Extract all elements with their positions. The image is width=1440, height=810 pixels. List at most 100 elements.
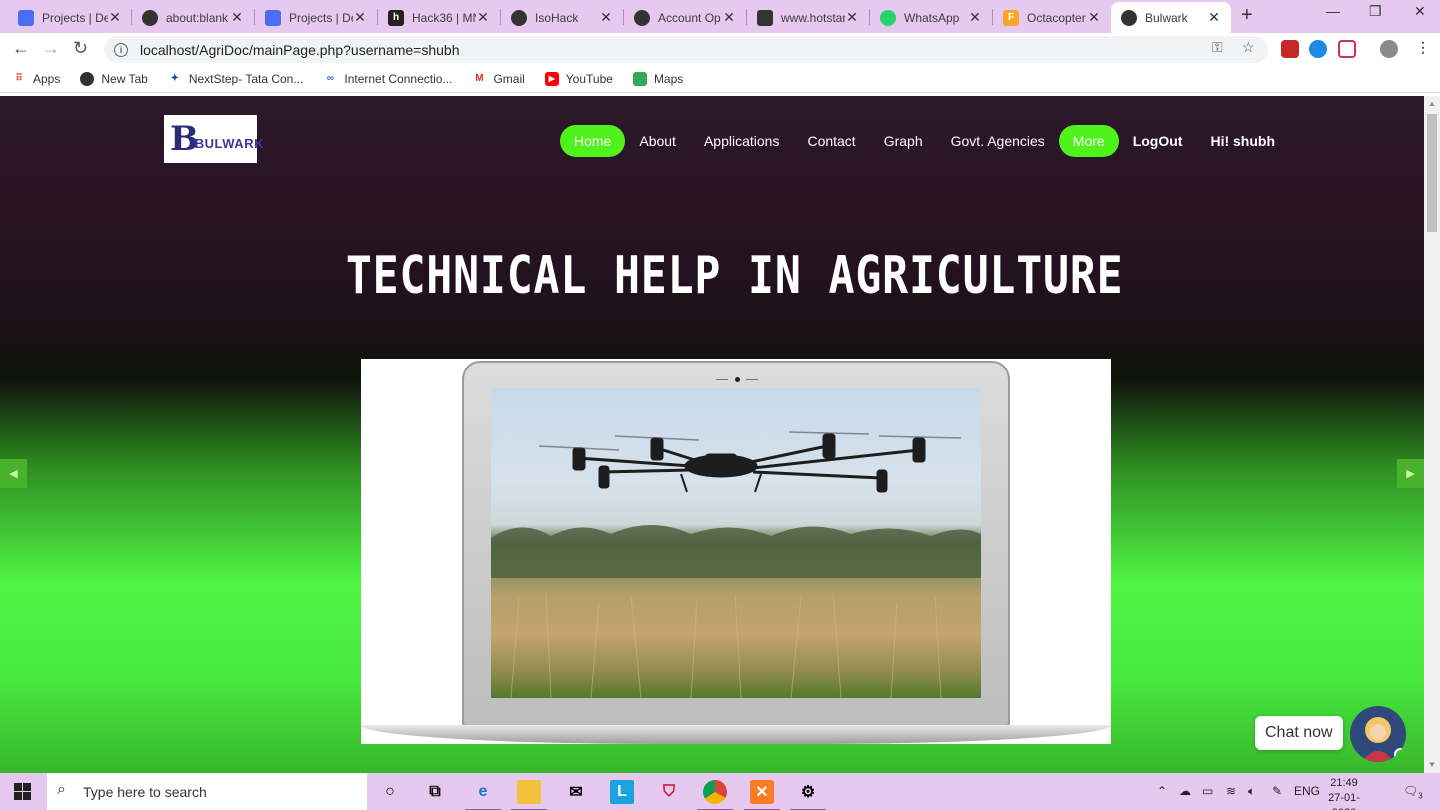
mail-icon[interactable]: ✉ [564, 780, 588, 804]
bookmark-apps[interactable]: ⠿ Apps [12, 72, 60, 86]
browser-tab[interactable]: IsoHack ✕ [501, 2, 623, 33]
file-explorer-icon[interactable] [511, 780, 547, 810]
bookmark-internet[interactable]: ∞ Internet Connectio... [323, 71, 453, 86]
clock-time: 21:49 [1330, 777, 1358, 789]
edge-icon[interactable]: e [465, 780, 501, 810]
settings-gear-icon[interactable]: ⚙ [790, 780, 826, 810]
logo-text: BULWARK [194, 135, 264, 151]
address-bar[interactable]: i localhost/AgriDoc/mainPage.php?usernam… [104, 36, 1268, 63]
key-icon[interactable]: ⚿ [1212, 39, 1223, 56]
close-icon[interactable]: ✕ [845, 9, 859, 26]
close-icon[interactable]: ✕ [476, 9, 490, 26]
carousel-prev-button[interactable]: ◀ [0, 459, 27, 488]
language-indicator[interactable]: ENG [1294, 784, 1320, 798]
xampp-icon[interactable]: ✕ [744, 780, 780, 810]
main-nav: Home About Applications Contact Graph Go… [560, 125, 1289, 157]
close-icon[interactable]: ✕ [968, 9, 982, 26]
taskbar-search[interactable]: ⌕ Type here to search [47, 773, 367, 810]
bookmark-new-tab[interactable]: New Tab [80, 71, 148, 86]
chrome-icon[interactable] [697, 780, 733, 810]
site-logo[interactable]: B BULWARK [164, 115, 263, 163]
globe-icon [1121, 9, 1137, 26]
nav-more[interactable]: More [1058, 125, 1119, 157]
cortana-icon[interactable]: ○ [378, 780, 402, 804]
browser-tab[interactable]: Projects | De ✕ [8, 2, 132, 33]
tab-title: www.hotstar [781, 10, 845, 25]
doc-icon [18, 9, 34, 26]
notification-count: 3 [1418, 791, 1423, 801]
browser-tab[interactable]: h Hack36 | MN ✕ [378, 2, 500, 33]
close-icon[interactable]: ✕ [599, 9, 613, 26]
pen-icon[interactable]: ✎ [1272, 784, 1282, 798]
task-view-icon[interactable]: ⧉ [423, 780, 447, 804]
close-icon[interactable]: ✕ [722, 9, 736, 26]
nav-logout[interactable]: LogOut [1119, 125, 1197, 157]
star-icon[interactable]: ☆ [1242, 39, 1255, 56]
chat-now-button[interactable]: Chat now [1255, 716, 1343, 750]
doc-icon [265, 9, 281, 26]
bookmark-label: New Tab [101, 71, 148, 86]
menu-dots-icon[interactable]: ⋮ [1416, 39, 1430, 56]
close-icon[interactable]: ✕ [108, 9, 122, 26]
profile-avatar[interactable] [1380, 40, 1398, 58]
browser-tab[interactable]: F Octacopter ✕ [993, 2, 1111, 33]
chat-agent-avatar[interactable] [1350, 706, 1406, 762]
search-icon: ⌕ [57, 781, 66, 798]
close-icon[interactable]: ✕ [353, 9, 367, 26]
close-icon[interactable]: ✕ [1207, 9, 1221, 26]
onedrive-icon[interactable]: ☁ [1179, 784, 1191, 798]
link-icon: ∞ [326, 73, 334, 84]
browser-toolbar: ← → ↻ i localhost/AgriDoc/mainPage.php?u… [0, 33, 1440, 65]
nav-about[interactable]: About [625, 125, 690, 157]
bookmark-youtube[interactable]: ▶ YouTube [544, 71, 613, 86]
browser-tab-active[interactable]: Bulwark ✕ [1111, 2, 1231, 33]
wifi-icon[interactable]: ≋ [1226, 784, 1236, 798]
browser-tab[interactable]: Projects | De ✕ [255, 2, 377, 33]
extension-shield-icon[interactable] [1281, 40, 1299, 58]
nav-applications[interactable]: Applications [690, 125, 794, 157]
battery-icon[interactable]: ▭ [1202, 784, 1213, 798]
scroll-down-icon[interactable]: ▼ [1428, 760, 1436, 769]
extension-pocket-icon[interactable] [1338, 40, 1356, 58]
nav-govt-agencies[interactable]: Govt. Agencies [937, 125, 1059, 157]
close-window-button[interactable]: ✕ [1414, 3, 1426, 20]
new-tab-button[interactable]: + [1241, 4, 1253, 27]
nav-graph[interactable]: Graph [870, 125, 937, 157]
back-button[interactable]: ← [12, 38, 30, 59]
notifications-icon[interactable]: 🗨︎3 [1403, 784, 1423, 800]
restore-button[interactable]: ❐ [1369, 3, 1382, 20]
bookmark-label: Internet Connectio... [344, 71, 453, 86]
browser-tab[interactable]: WhatsApp ✕ [870, 2, 992, 33]
show-hidden-icons[interactable]: ⌃ [1157, 784, 1167, 798]
bookmark-gmail[interactable]: M Gmail [472, 72, 525, 86]
scroll-up-icon[interactable]: ▲ [1428, 99, 1436, 108]
gmail-icon: M [475, 73, 484, 84]
close-icon[interactable]: ✕ [230, 9, 244, 26]
nav-contact[interactable]: Contact [793, 125, 869, 157]
launcher-l-icon[interactable]: L [610, 780, 634, 804]
globe-icon [511, 9, 527, 26]
tata-icon: ✦ [170, 73, 180, 84]
globe-icon [80, 71, 95, 86]
minimize-button[interactable]: — [1326, 3, 1340, 19]
browser-tab[interactable]: Account Op ✕ [624, 2, 746, 33]
info-icon[interactable]: i [114, 42, 128, 57]
browser-tab[interactable]: www.hotstar ✕ [747, 2, 869, 33]
bookmark-nextstep[interactable]: ✦ NextStep- Tata Con... [168, 72, 304, 86]
search-placeholder: Type here to search [83, 783, 207, 800]
volume-icon[interactable]: 🔈︎ [1248, 784, 1255, 799]
scrollbar-thumb[interactable] [1427, 114, 1437, 232]
windows-start-button[interactable] [14, 783, 31, 800]
clock[interactable]: 21:49 27-01-2020 [1318, 776, 1370, 810]
nav-home[interactable]: Home [560, 125, 626, 157]
reload-button[interactable]: ↻ [73, 38, 88, 59]
extension-blue-icon[interactable] [1309, 40, 1327, 58]
nav-user-greeting[interactable]: Hi! shubh [1196, 125, 1289, 157]
carousel-next-button[interactable]: ▶ [1397, 459, 1424, 488]
mcafee-icon[interactable]: ⛉ [657, 780, 681, 804]
page-scrollbar[interactable]: ▲ ▼ [1424, 96, 1440, 773]
close-icon[interactable]: ✕ [1087, 9, 1101, 26]
forward-button[interactable]: → [42, 38, 60, 59]
browser-tab[interactable]: about:blank ✕ [132, 2, 254, 33]
bookmark-maps[interactable]: Maps [632, 71, 683, 86]
